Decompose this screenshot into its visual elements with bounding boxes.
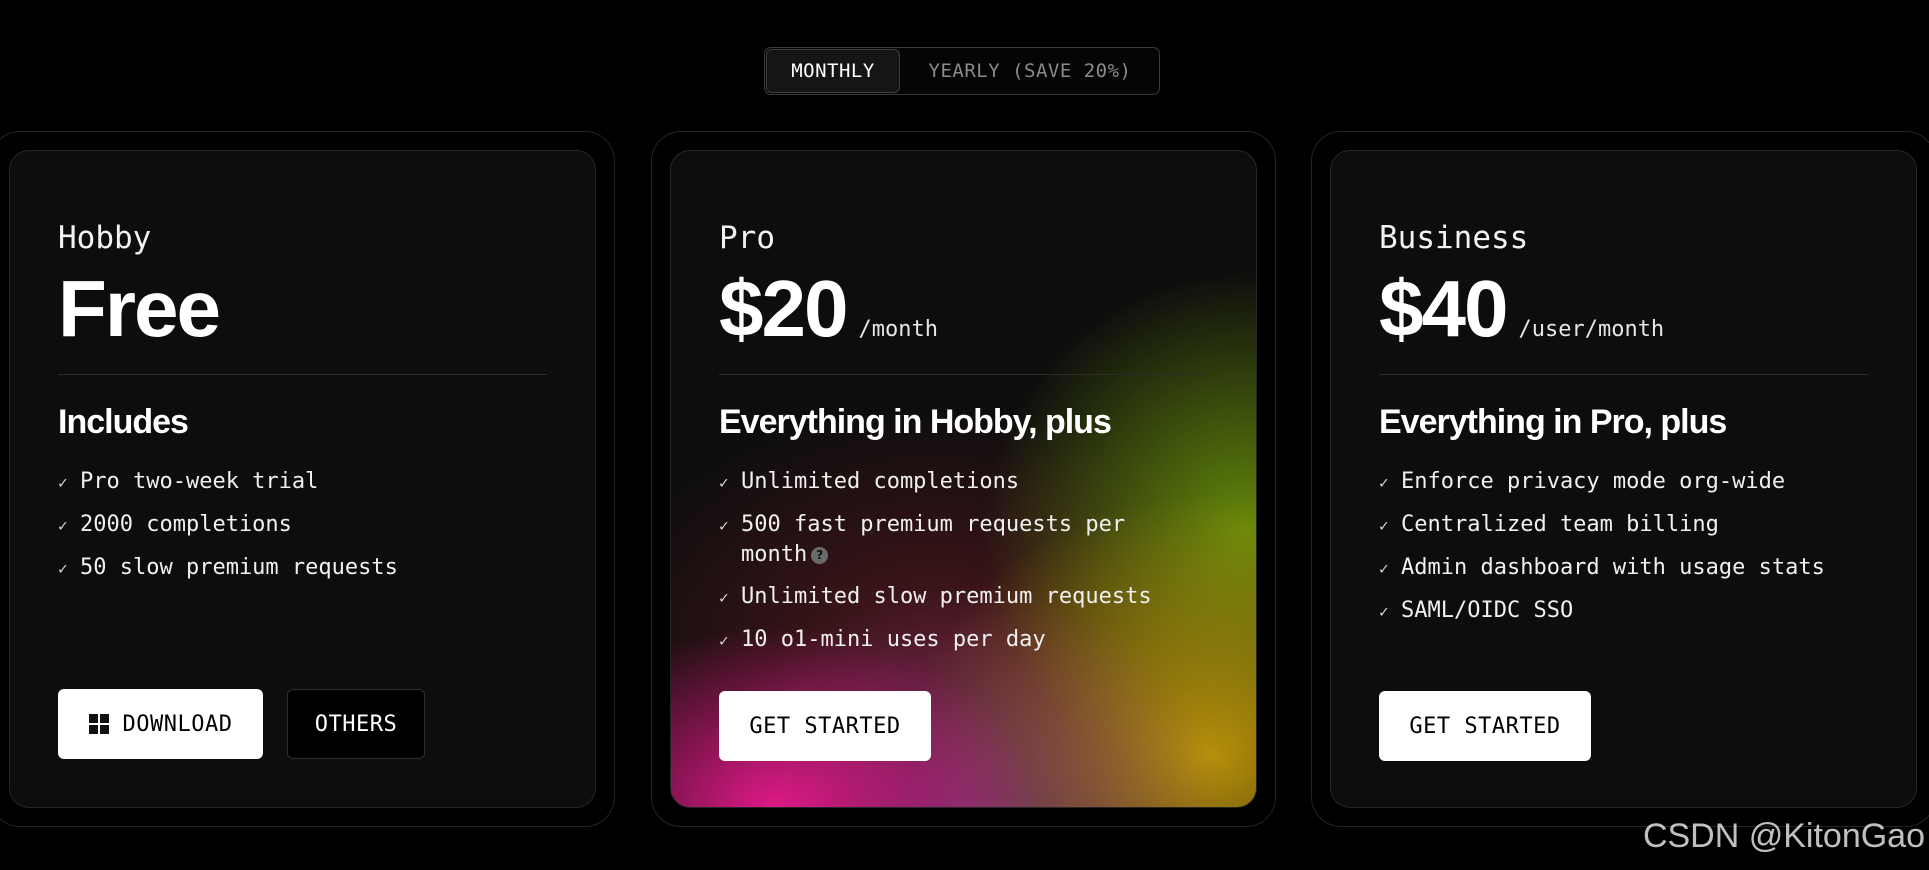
- plan-name: Hobby: [58, 220, 152, 256]
- includes-heading: Everything in Pro, plus: [1379, 403, 1727, 441]
- check-icon: ✓: [1379, 473, 1389, 492]
- check-icon: ✓: [1379, 559, 1389, 578]
- feature-text: Admin dashboard with usage stats: [1401, 555, 1825, 580]
- price-row: $20 /month: [719, 263, 938, 355]
- feature-item: ✓ 2000 completions: [58, 510, 577, 541]
- pro-plan-card: Pro $20 /month Everything in Hobby, plus…: [651, 131, 1276, 827]
- help-circle-icon[interactable]: ?: [811, 546, 829, 564]
- feature-text: Centralized team billing: [1401, 512, 1719, 537]
- get-started-button[interactable]: GET STARTED: [719, 691, 931, 761]
- yearly-toggle-button[interactable]: YEARLY (SAVE 20%): [901, 48, 1159, 94]
- download-button[interactable]: DOWNLOAD: [58, 689, 263, 759]
- divider: [58, 374, 547, 375]
- others-button[interactable]: OTHERS: [287, 689, 425, 759]
- plan-name: Pro: [719, 220, 775, 256]
- check-icon: ✓: [719, 473, 729, 492]
- watermark: CSDN @KitonGao: [1642, 817, 1925, 855]
- feature-text: Enforce privacy mode org-wide: [1401, 469, 1786, 494]
- check-icon: ✓: [58, 473, 68, 492]
- hobby-plan-panel: Hobby Free Includes ✓ Pro two-week trial…: [9, 150, 596, 808]
- monthly-toggle-button[interactable]: MONTHLY: [766, 49, 900, 93]
- plan-price: Free: [58, 264, 221, 353]
- feature-list: ✓ Unlimited completions ✓ 500 fast premi…: [719, 467, 1238, 668]
- feature-text: 2000 completions: [80, 512, 292, 537]
- plan-price: $40: [1379, 264, 1508, 353]
- check-icon: ✓: [719, 631, 729, 650]
- pricing-page: MONTHLY YEARLY (SAVE 20%) Hobby Free Inc…: [0, 0, 1929, 870]
- feature-text: Unlimited slow premium requests: [741, 584, 1152, 609]
- check-icon: ✓: [58, 516, 68, 535]
- plan-name: Business: [1379, 220, 1529, 256]
- pro-plan-panel: Pro $20 /month Everything in Hobby, plus…: [670, 150, 1257, 808]
- includes-heading: Everything in Hobby, plus: [719, 403, 1112, 441]
- price-period: /user/month: [1518, 317, 1665, 342]
- check-icon: ✓: [719, 588, 729, 607]
- feature-item: ✓ Centralized team billing: [1379, 510, 1898, 541]
- check-icon: ✓: [1379, 516, 1389, 535]
- feature-list: ✓ Enforce privacy mode org-wide ✓ Centra…: [1379, 467, 1898, 639]
- windows-logo-icon: [88, 714, 109, 734]
- feature-text: 50 slow premium requests: [80, 555, 398, 580]
- hobby-plan-card: Hobby Free Includes ✓ Pro two-week trial…: [0, 131, 615, 827]
- price-row: $40 /user/month: [1379, 263, 1664, 355]
- check-icon: ✓: [1379, 602, 1389, 621]
- feature-list: ✓ Pro two-week trial ✓ 2000 completions …: [58, 467, 577, 596]
- divider: [1379, 374, 1868, 375]
- feature-item: ✓ Pro two-week trial: [58, 467, 577, 498]
- feature-item: ✓ 50 slow premium requests: [58, 553, 577, 584]
- check-icon: ✓: [719, 516, 729, 535]
- feature-text: 500 fast premium requests per month: [741, 512, 1126, 567]
- business-plan-panel: Business $40 /user/month Everything in P…: [1330, 150, 1917, 808]
- business-plan-card: Business $40 /user/month Everything in P…: [1311, 131, 1929, 827]
- price-row: Free: [58, 263, 221, 355]
- feature-item: ✓ Enforce privacy mode org-wide: [1379, 467, 1898, 498]
- feature-item: ✓ SAML/OIDC SSO: [1379, 596, 1898, 627]
- feature-item: ✓ Admin dashboard with usage stats: [1379, 553, 1898, 584]
- includes-heading: Includes: [58, 403, 189, 441]
- plan-price: $20: [719, 264, 848, 353]
- feature-item: ✓ Unlimited completions: [719, 467, 1238, 498]
- feature-text: Pro two-week trial: [80, 469, 319, 494]
- check-icon: ✓: [58, 559, 68, 578]
- pro-button-row: GET STARTED: [719, 691, 931, 761]
- feature-text: SAML/OIDC SSO: [1401, 598, 1574, 623]
- hobby-button-row: DOWNLOAD OTHERS: [58, 689, 425, 759]
- feature-text-with-info: 500 fast premium requests per month?: [741, 510, 1181, 570]
- feature-text: Unlimited completions: [741, 469, 1020, 494]
- get-started-button[interactable]: GET STARTED: [1379, 691, 1591, 761]
- business-button-row: GET STARTED: [1379, 691, 1591, 761]
- feature-item: ✓ 10 o1-mini uses per day: [719, 625, 1238, 656]
- billing-period-toggle: MONTHLY YEARLY (SAVE 20%): [764, 47, 1160, 95]
- divider: [719, 374, 1208, 375]
- price-period: /month: [858, 317, 938, 342]
- download-button-label: DOWNLOAD: [122, 711, 233, 737]
- feature-item: ✓ 500 fast premium requests per month?: [719, 510, 1238, 570]
- feature-text: 10 o1-mini uses per day: [741, 627, 1046, 652]
- feature-item: ✓ Unlimited slow premium requests: [719, 582, 1238, 613]
